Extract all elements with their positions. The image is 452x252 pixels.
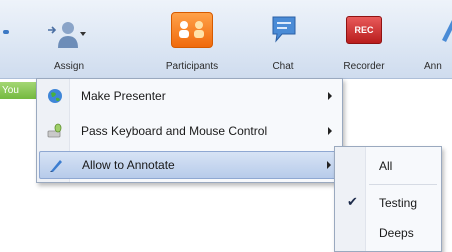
menu-item-make-presenter[interactable]: Make Presenter <box>39 83 340 109</box>
participant-row-you[interactable]: You <box>0 82 38 99</box>
submenu-arrow-icon <box>327 161 331 169</box>
globe-icon <box>48 89 62 103</box>
menu-item-allow-to-annotate[interactable]: Allow to Annotate <box>39 151 340 179</box>
chat-button[interactable]: Chat <box>258 0 308 78</box>
participant-context-menu: Make Presenter Pass Keyboard and Mouse C… <box>36 78 343 183</box>
checkmark-icon: ✔ <box>347 194 358 209</box>
menu-item-label: Pass Keyboard and Mouse Control <box>81 124 268 138</box>
chat-bubble-icon <box>272 16 296 43</box>
ribbon-toolbar: Assign Participants Chat REC Recorder An… <box>0 0 452 79</box>
annotate-icon <box>442 20 452 42</box>
recorder-button[interactable]: REC Recorder <box>336 0 392 78</box>
submenu-item-label: Testing <box>379 196 418 210</box>
submenu-separator <box>369 184 437 185</box>
assign-label: Assign <box>53 61 84 72</box>
submenu-item-label: All <box>379 159 393 173</box>
chat-label: Chat <box>272 61 294 72</box>
submenu-arrow-icon <box>328 92 332 100</box>
annotate-label: Ann <box>424 61 442 72</box>
keyboard-mouse-icon <box>47 123 62 138</box>
partial-toolbar-icon[interactable] <box>0 26 12 40</box>
assign-button[interactable]: Assign <box>36 0 102 78</box>
submenu-item-deeps[interactable]: Deeps <box>337 220 439 246</box>
participants-icon <box>171 12 213 48</box>
assign-user-icon <box>48 22 86 48</box>
record-icon: REC <box>346 16 382 44</box>
submenu-item-label: Deeps <box>379 226 414 240</box>
menu-item-pass-keyboard-mouse[interactable]: Pass Keyboard and Mouse Control <box>39 118 340 144</box>
annotate-submenu: All ✔ Testing Deeps <box>334 146 442 252</box>
participants-button[interactable]: Participants <box>152 0 232 78</box>
pen-icon <box>50 160 62 172</box>
submenu-arrow-icon <box>328 127 332 135</box>
submenu-item-all[interactable]: All <box>337 153 439 179</box>
submenu-item-testing[interactable]: ✔ Testing <box>337 190 439 216</box>
recorder-label: Recorder <box>343 61 385 72</box>
participants-label: Participants <box>165 61 219 72</box>
menu-item-label: Make Presenter <box>81 89 166 103</box>
menu-item-label: Allow to Annotate <box>82 158 175 172</box>
annotate-button-partial[interactable]: Ann <box>420 0 452 78</box>
